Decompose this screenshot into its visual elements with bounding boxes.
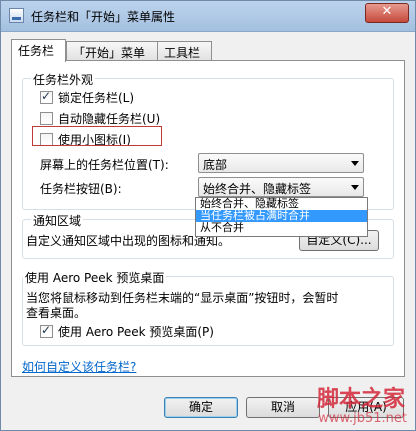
position-value: 底部: [203, 158, 228, 172]
position-select[interactable]: 底部: [198, 153, 364, 173]
tab-taskbar[interactable]: 任务栏: [11, 39, 66, 62]
buttons-value: 始终合并、隐藏标签: [203, 182, 312, 196]
notification-legend: 通知区域: [31, 212, 84, 229]
aero-peek-checkbox[interactable]: [40, 323, 53, 338]
tab-toolbars[interactable]: 工具栏: [157, 41, 212, 60]
dropdown-option[interactable]: 从不合并: [196, 222, 367, 234]
position-label: 屏幕上的任务栏位置(T):: [40, 158, 169, 172]
aero-peek-label: 使用 Aero Peek 预览桌面(P): [58, 325, 214, 339]
autohide-label: 自动隐藏任务栏(U): [58, 112, 161, 126]
chevron-down-icon: [351, 185, 359, 190]
watermark-brand: 脚本之家: [316, 387, 405, 412]
taskbar-icon: [9, 8, 24, 23]
properties-window: 任务栏和「开始」菜单属性 ✕ 任务栏 「开始」菜单 工具栏 任务栏外观 锁定任务…: [0, 0, 416, 431]
buttons-select[interactable]: 始终合并、隐藏标签: [198, 177, 364, 197]
aero-peek-group: 使用 Aero Peek 预览桌面 当您将鼠标移动到任务栏末端的“显示桌面”按钮…: [22, 269, 394, 346]
buttons-dropdown-list: 始终合并、隐藏标签 当任务栏被占满时合并 从不合并: [195, 197, 368, 237]
buttons-label: 任务栏按钮(B):: [40, 182, 122, 196]
title-bar[interactable]: 任务栏和「开始」菜单属性 ✕: [1, 1, 415, 32]
chevron-down-icon: [351, 161, 359, 166]
aero-description-line2: 查看桌面。: [26, 306, 87, 320]
cancel-button[interactable]: 取消: [246, 397, 320, 418]
tab-panel: 任务栏外观 锁定任务栏(L) 自动隐藏任务栏(U) 使用小图标(I) 屏幕上的任…: [11, 60, 405, 377]
highlight-box: [32, 126, 162, 146]
appearance-legend: 任务栏外观: [31, 71, 96, 88]
ok-button[interactable]: 确定: [164, 397, 238, 418]
lock-taskbar-label: 锁定任务栏(L): [58, 91, 135, 105]
aero-legend: 使用 Aero Peek 预览桌面: [23, 269, 167, 286]
window-title: 任务栏和「开始」菜单属性: [31, 10, 176, 24]
watermark-url: www.jb51.net: [318, 411, 407, 426]
lock-taskbar-checkbox[interactable]: [40, 89, 53, 104]
close-button[interactable]: ✕: [365, 3, 409, 23]
help-link[interactable]: 如何自定义该任务栏?: [22, 358, 136, 375]
autohide-checkbox[interactable]: [40, 112, 53, 125]
tab-start-menu[interactable]: 「开始」菜单: [66, 41, 158, 60]
